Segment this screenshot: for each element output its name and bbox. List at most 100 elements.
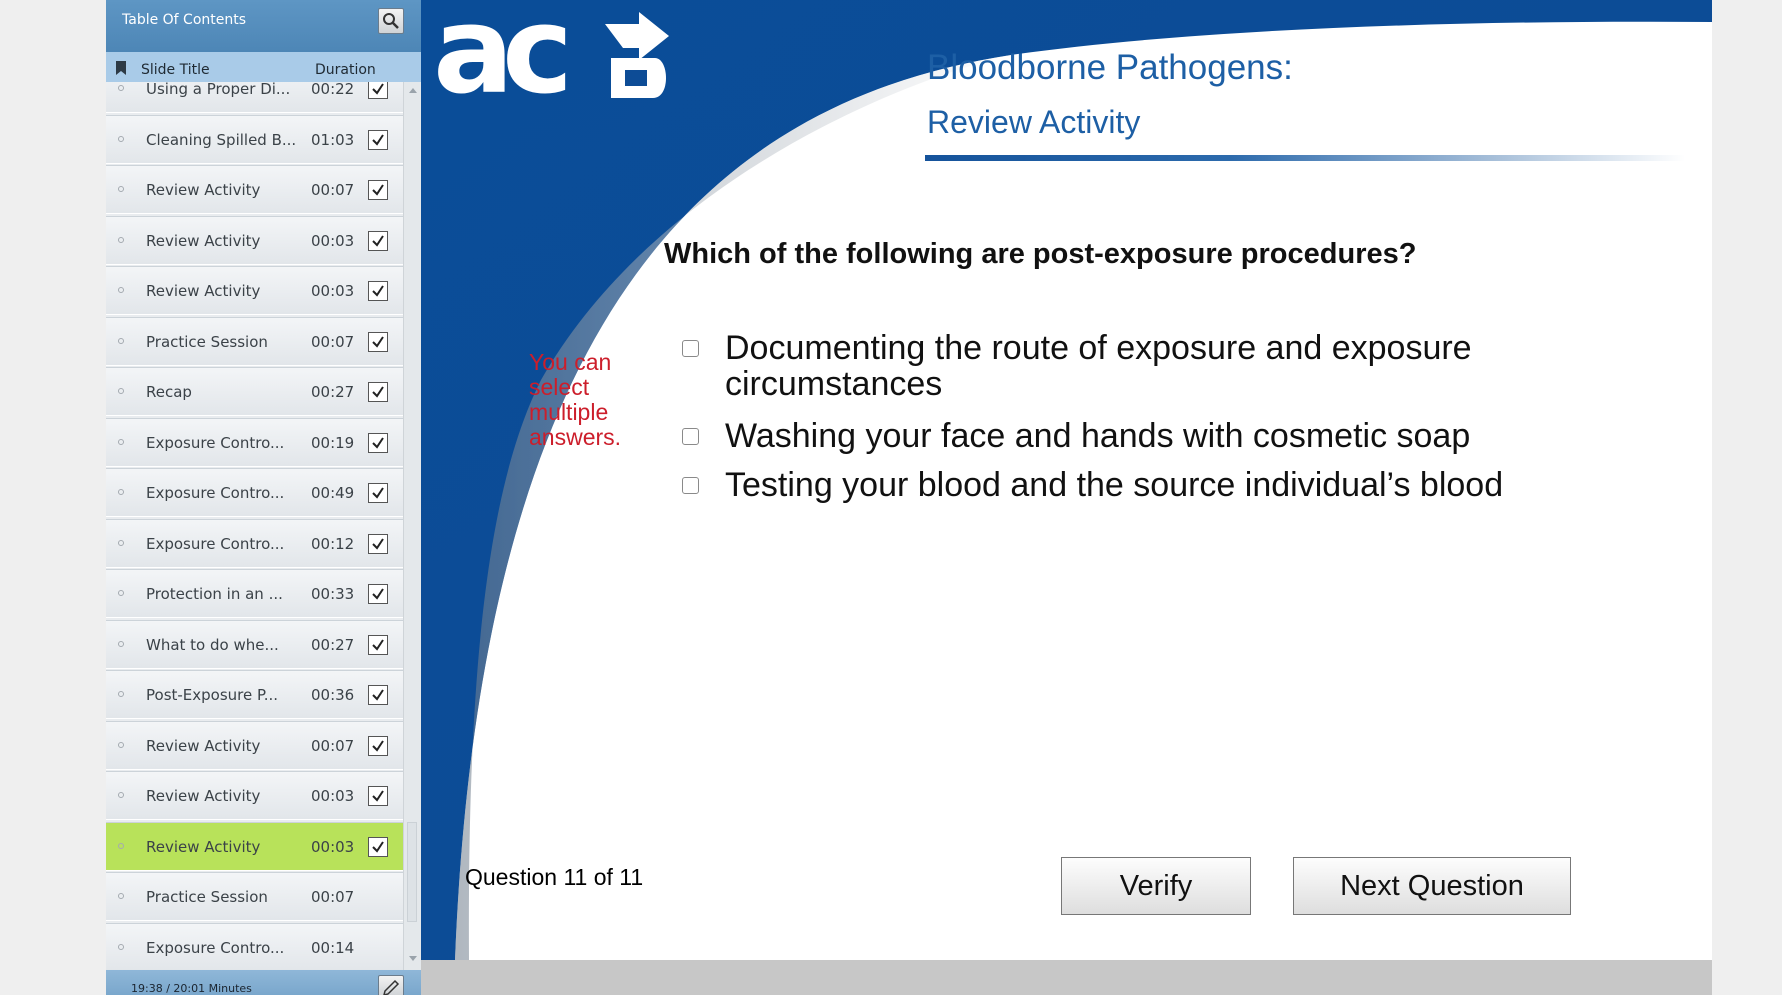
visited-checkmark-icon — [368, 685, 388, 705]
toc-row[interactable]: Exposure Contro... 00:14 — [106, 922, 403, 970]
visited-checkmark-icon — [368, 584, 388, 604]
column-duration[interactable]: Duration — [315, 62, 376, 78]
toc-row[interactable]: What to do whe... 00:27 — [106, 619, 403, 669]
row-duration: 00:03 — [311, 282, 355, 300]
toc-row[interactable]: Review Activity 00:03 — [106, 215, 403, 265]
row-slide-title: Review Activity — [146, 787, 261, 805]
row-status-dot-icon — [118, 691, 124, 697]
scroll-thumb[interactable] — [407, 822, 417, 922]
toc-row[interactable]: Review Activity 00:03 — [106, 771, 403, 820]
row-duration: 00:07 — [311, 332, 355, 351]
visited-checkmark-icon — [368, 129, 388, 150]
row-slide-title: Post-Exposure P... — [146, 686, 279, 704]
question-counter: Question 11 of 11 — [465, 864, 644, 890]
row-duration: 00:36 — [311, 686, 355, 704]
row-slide-title: Review Activity — [146, 231, 261, 250]
row-duration: 00:27 — [311, 383, 355, 401]
row-duration: 00:03 — [311, 787, 355, 805]
toc-row[interactable]: Review Activity 00:07 — [106, 720, 403, 770]
svg-text:ac: ac — [433, 6, 566, 104]
toc-row[interactable]: Recap 00:27 — [106, 367, 403, 416]
column-slide-title[interactable]: Slide Title — [141, 62, 210, 78]
toc-title: Table Of Contents — [122, 12, 247, 28]
toc-row[interactable]: Protection in an ... 00:33 — [106, 569, 403, 618]
toc-row[interactable]: Using a Proper Di... 00:22 — [106, 82, 403, 113]
pencil-icon — [383, 979, 400, 995]
bookmark-icon — [116, 61, 126, 75]
row-status-dot-icon — [118, 135, 124, 142]
toc-row[interactable]: Exposure Contro... 00:49 — [106, 468, 403, 517]
next-question-button[interactable]: Next Question — [1293, 857, 1571, 915]
row-duration: 00:33 — [311, 585, 355, 603]
visited-checkmark-icon — [368, 180, 388, 200]
toc-row[interactable]: Cleaning Spilled B... 01:03 — [106, 114, 403, 164]
row-status-dot-icon — [118, 792, 124, 798]
visited-checkmark-icon — [368, 836, 388, 857]
toc-column-header: Slide Title Duration — [106, 52, 421, 82]
visited-checkmark-icon — [368, 735, 388, 756]
row-duration: 00:27 — [311, 635, 355, 654]
row-slide-title: Using a Proper Di... — [146, 82, 291, 98]
toc-row[interactable]: Exposure Contro... 00:12 — [106, 518, 403, 568]
question-text: Which of the following are post-exposure… — [664, 238, 1417, 270]
row-status-dot-icon — [118, 842, 124, 849]
visited-checkmark-icon — [368, 82, 388, 99]
toc-header: Table Of Contents — [106, 0, 421, 52]
search-icon — [383, 13, 399, 29]
row-status-dot-icon — [118, 741, 124, 748]
multiple-answers-hint: You can select multiple answers. — [529, 349, 622, 450]
row-slide-title: Exposure Contro... — [146, 938, 285, 957]
visited-checkmark-icon — [368, 382, 388, 402]
answer-checkbox[interactable] — [682, 477, 699, 494]
toc-row[interactable]: Review Activity 00:03 — [106, 821, 403, 871]
row-duration: 00:07 — [311, 181, 355, 199]
row-duration: 00:19 — [311, 433, 355, 452]
playbar — [421, 960, 1712, 995]
toc-row[interactable]: Practice Session 00:07 — [106, 316, 403, 366]
row-status-dot-icon — [118, 287, 124, 293]
toc-row[interactable]: Practice Session 00:07 — [106, 872, 403, 921]
answer-label: Documenting the route of exposure and ex… — [725, 329, 1472, 403]
row-duration: 00:14 — [311, 938, 355, 957]
row-status-dot-icon — [118, 943, 124, 950]
row-slide-title: Protection in an ... — [146, 585, 283, 603]
row-slide-title: Exposure Contro... — [146, 433, 285, 452]
notes-button[interactable] — [378, 975, 404, 995]
toc-row[interactable]: Exposure Contro... 00:19 — [106, 417, 403, 467]
row-status-dot-icon — [118, 438, 124, 445]
visited-checkmark-icon — [368, 786, 388, 806]
row-status-dot-icon — [118, 388, 124, 394]
slide-title: Bloodborne Pathogens: — [927, 48, 1293, 87]
row-slide-title: Practice Session — [146, 888, 268, 906]
row-status-dot-icon — [118, 640, 124, 647]
scroll-down-arrow-icon[interactable] — [409, 956, 417, 961]
row-slide-title: Practice Session — [146, 332, 268, 351]
slide-canvas: ac Bloodborne Pathogens: Review Activity… — [421, 0, 1712, 960]
answer-checkbox[interactable] — [682, 340, 699, 357]
row-duration: 00:03 — [311, 837, 355, 856]
toc-scrollbar[interactable] — [403, 82, 421, 970]
answer-label: Testing your blood and the source indivi… — [725, 466, 1504, 504]
row-slide-title: Exposure Contro... — [146, 484, 285, 502]
row-slide-title: Exposure Contro... — [146, 534, 285, 553]
toc-slide-list: Using a Proper Di... 00:22 Cleaning Spille… — [106, 82, 403, 970]
scroll-up-arrow-icon[interactable] — [409, 88, 417, 93]
table-of-contents-panel: Table Of Contents Slide Title Duration U… — [106, 0, 421, 995]
row-duration: 00:07 — [311, 736, 355, 755]
verify-button[interactable]: Verify — [1061, 857, 1251, 915]
row-status-dot-icon — [118, 893, 124, 899]
toc-row[interactable]: Review Activity 00:03 — [106, 266, 403, 315]
row-slide-title: Review Activity — [146, 837, 261, 856]
answer-checkbox[interactable] — [682, 428, 699, 445]
row-slide-title: Recap — [146, 383, 192, 401]
slide-subtitle: Review Activity — [927, 104, 1141, 140]
row-status-dot-icon — [118, 186, 124, 192]
search-button[interactable] — [378, 8, 404, 34]
row-slide-title: What to do whe... — [146, 635, 279, 654]
row-status-dot-icon — [118, 489, 124, 495]
toc-row[interactable]: Post-Exposure P... 00:36 — [106, 670, 403, 719]
row-status-dot-icon — [118, 85, 124, 91]
row-duration: 00:22 — [311, 82, 355, 98]
ace-logo: ac — [433, 6, 669, 104]
toc-row[interactable]: Review Activity 00:07 — [106, 165, 403, 214]
